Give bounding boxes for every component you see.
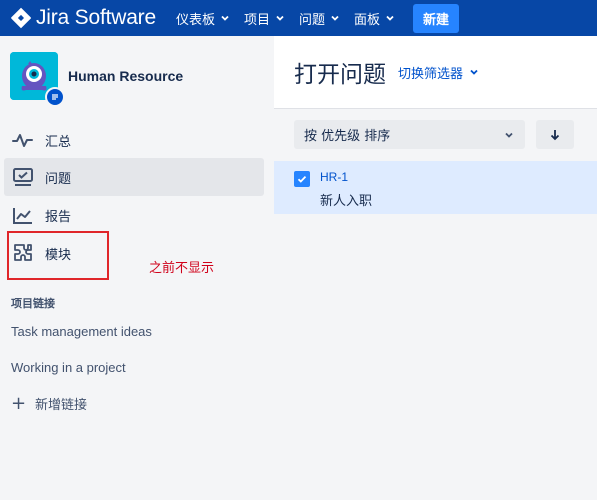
add-link-label: 新增链接 [35,398,88,413]
sidebar-item-issues[interactable]: 问题 [4,158,264,196]
activity-icon [11,128,35,152]
sort-select-label: 按 优先级 排序 [304,129,391,144]
chevron-down-icon [276,15,284,21]
chevron-down-icon [505,132,513,138]
chevron-down-icon [470,69,478,75]
page-header: 打开问题 切换筛选器 [274,36,597,108]
switch-filter-label: 切换筛选器 [398,66,464,82]
sidebar-item-summary[interactable]: 汇总 [4,121,264,159]
nav-dashboards[interactable]: 仪表板 [176,9,230,28]
issue-list-item[interactable]: HR-1 新人入职 [274,161,597,214]
nav-boards[interactable]: 面板 [354,9,395,28]
project-name: Human Resource [68,68,184,84]
chevron-down-icon [386,15,394,21]
page-title: 打开问题 [294,62,386,88]
arrow-down-icon [550,129,560,140]
issue-summary: 新人入职 [320,194,373,209]
main-content: 打开问题 切换筛选器 按 优先级 排序 HR-1 新人入职 [274,36,597,500]
task-type-icon [294,171,310,187]
create-button[interactable]: 新建 [413,3,460,33]
chart-icon [11,203,35,227]
nav-menu: 仪表板 项目 问题 面板 新建 [176,3,460,33]
issues-icon [11,165,35,189]
sort-direction-button[interactable] [536,120,574,149]
nav-projects[interactable]: 项目 [244,9,285,28]
annotation-note: 之前不显示 [149,261,215,276]
top-navigation: Jira Software 仪表板 项目 问题 面板 新建 [0,0,597,36]
nav-issues[interactable]: 问题 [299,9,340,28]
chevron-down-icon [221,15,229,21]
list-badge-icon [45,87,65,107]
project-header[interactable]: Human Resource [10,52,184,107]
project-link[interactable]: Working in a project [11,360,126,375]
nav-projects-label: 项目 [243,12,270,28]
project-avatar [10,52,65,107]
app-title: Jira Software [36,6,156,29]
nav-boards-label: 面板 [354,12,381,28]
sidebar-item-label: 报告 [45,209,72,225]
nav-issues-label: 问题 [298,12,325,28]
sidebar-item-label: 问题 [45,171,72,187]
annotation-highlight-box [7,231,109,280]
jira-logo[interactable]: Jira Software [10,6,156,30]
jira-logo-icon [11,7,31,29]
sidebar-item-reports[interactable]: 报告 [4,196,264,234]
add-link-button[interactable]: + 新增链接 [11,394,87,413]
project-links-heading: 项目链接 [11,297,55,310]
issue-key[interactable]: HR-1 [320,170,348,184]
chevron-down-icon [331,15,339,21]
sidebar-item-label: 汇总 [45,134,72,150]
issue-list-panel: 按 优先级 排序 HR-1 新人入职 [274,108,597,500]
nav-dashboards-label: 仪表板 [175,12,215,28]
switch-filter-button[interactable]: 切换筛选器 [398,63,479,82]
plus-icon: + [11,392,27,414]
sort-select[interactable]: 按 优先级 排序 [294,120,525,149]
project-link[interactable]: Task management ideas [11,324,152,339]
